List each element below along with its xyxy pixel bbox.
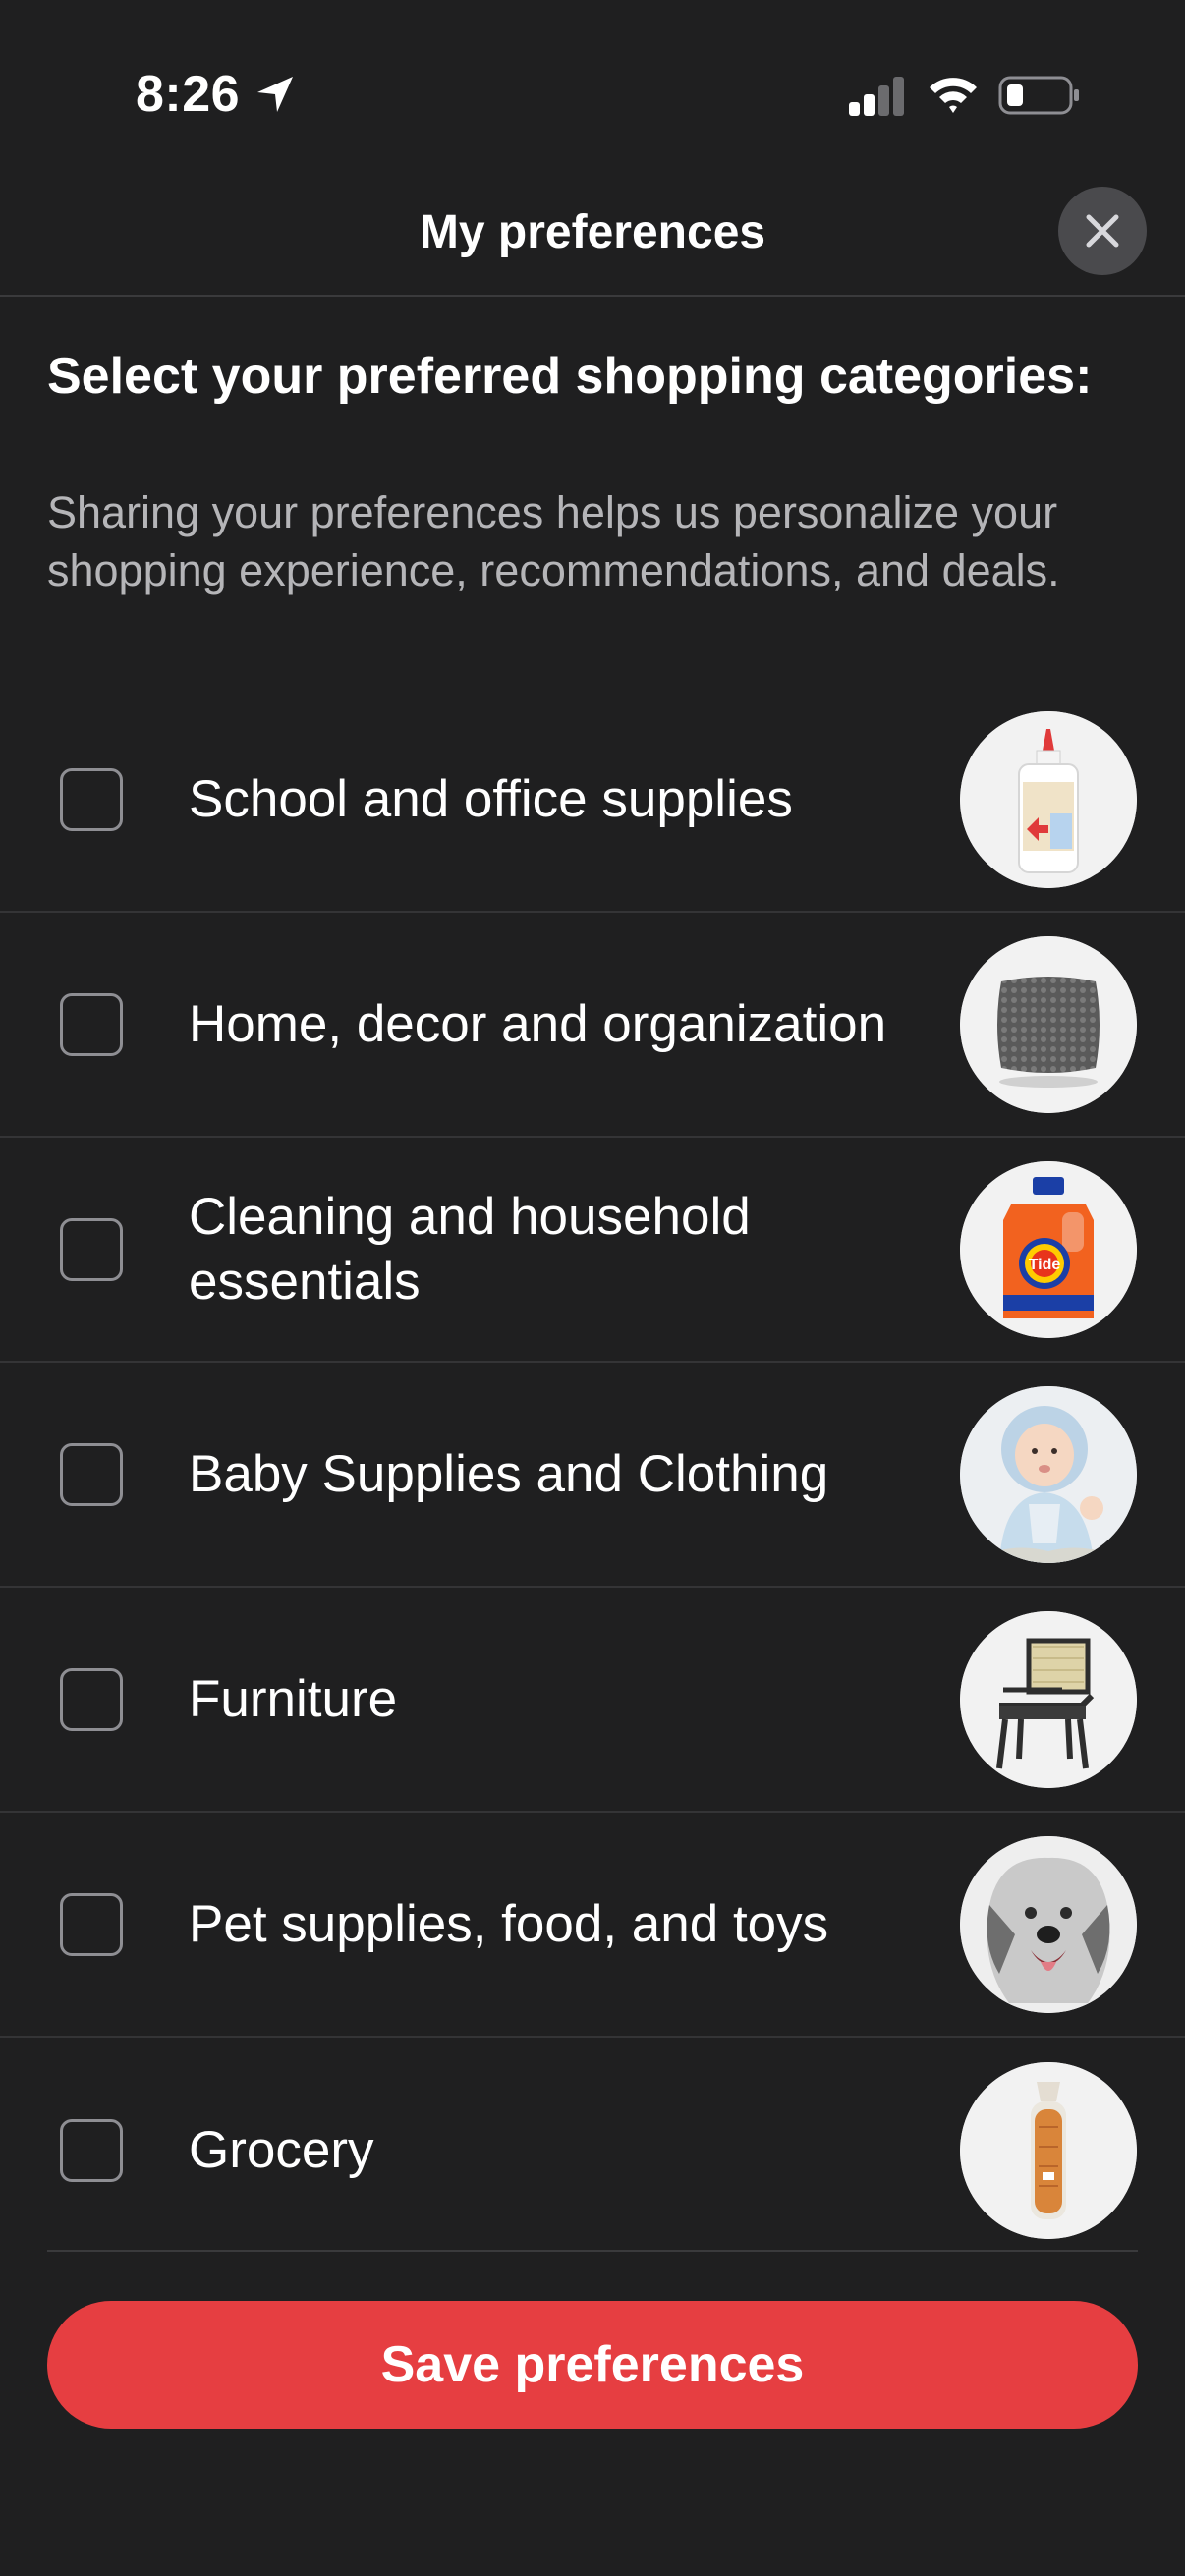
- wifi-icon: [930, 78, 977, 113]
- detergent-image: Tide: [960, 1160, 1137, 1338]
- status-bar: 8:26: [0, 0, 1185, 147]
- checkbox[interactable]: [60, 1217, 123, 1281]
- location-arrow-icon: [257, 77, 293, 112]
- bread-image: [960, 2061, 1137, 2239]
- category-label: Cleaning and household essentials: [189, 1187, 751, 1311]
- category-row-home-decor[interactable]: Home, decor and organization: [0, 913, 1185, 1138]
- battery-icon: [998, 76, 1079, 115]
- category-row-school-office[interactable]: School and office supplies: [0, 688, 1185, 913]
- category-label: School and office supplies: [189, 769, 793, 828]
- checkbox[interactable]: [60, 767, 123, 831]
- cellular-signal-icon: [849, 77, 904, 116]
- save-preferences-button[interactable]: Save preferences: [47, 2301, 1138, 2429]
- glue-bottle-image: [960, 710, 1137, 888]
- checkbox[interactable]: [60, 1892, 123, 1956]
- checkbox[interactable]: [60, 1667, 123, 1731]
- category-row-grocery[interactable]: Grocery: [0, 2038, 1185, 2263]
- page-title: My preferences: [419, 206, 766, 258]
- checkbox[interactable]: [60, 2118, 123, 2182]
- pillow-image: [960, 935, 1137, 1113]
- checkbox[interactable]: [60, 1442, 123, 1506]
- category-label: Grocery: [189, 2120, 374, 2179]
- baby-image: [960, 1385, 1137, 1563]
- category-row-baby[interactable]: Baby Supplies and Clothing: [0, 1363, 1185, 1588]
- category-list: School and office supplies Home, decor a…: [0, 688, 1185, 2263]
- category-row-pet[interactable]: Pet supplies, food, and toys: [0, 1813, 1185, 2038]
- dog-image: [960, 1835, 1137, 2013]
- close-icon: [1086, 214, 1119, 248]
- footer-divider: [47, 2250, 1138, 2252]
- category-label: Pet supplies, food, and toys: [189, 1894, 829, 1953]
- category-row-furniture[interactable]: Furniture: [0, 1588, 1185, 1813]
- category-label: Home, decor and organization: [189, 994, 887, 1053]
- modal-header: My preferences: [0, 177, 1185, 297]
- intro-heading: Select your preferred shopping categorie…: [47, 348, 1093, 405]
- svg-text:Tide: Tide: [1029, 1257, 1061, 1273]
- category-row-cleaning[interactable]: Cleaning and household essentials Tide: [0, 1138, 1185, 1363]
- close-button[interactable]: [1058, 187, 1147, 275]
- checkbox[interactable]: [60, 992, 123, 1056]
- category-label: Baby Supplies and Clothing: [189, 1444, 829, 1503]
- intro-description: Sharing your preferences helps us person…: [47, 487, 1060, 595]
- chair-image: [960, 1610, 1137, 1788]
- category-label: Furniture: [189, 1669, 398, 1728]
- status-time: 8:26: [136, 66, 241, 123]
